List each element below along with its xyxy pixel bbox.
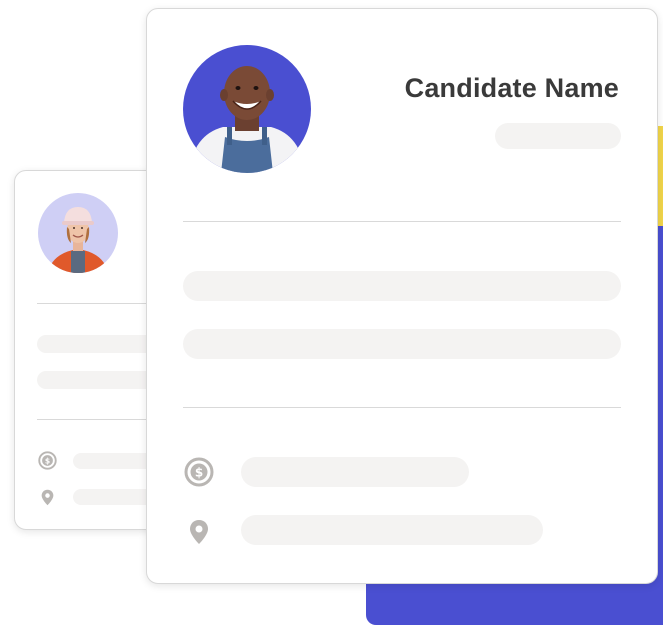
dollar-coin-icon: $	[184, 457, 214, 487]
skeleton-line	[183, 329, 621, 359]
candidate-avatar-primary	[183, 45, 311, 173]
skeleton-location	[241, 515, 543, 545]
candidate-avatar-secondary	[38, 193, 118, 273]
divider	[183, 221, 621, 222]
skeleton-line	[183, 271, 621, 301]
candidate-card-primary: Candidate Name $	[146, 8, 658, 584]
location-pin-icon	[189, 519, 209, 545]
svg-text:$: $	[195, 466, 203, 480]
skeleton-salary	[241, 457, 469, 487]
svg-text:$: $	[45, 456, 50, 465]
skeleton-subtitle	[495, 123, 621, 149]
location-pin-icon	[41, 489, 54, 506]
candidate-name: Candidate Name	[404, 73, 619, 103]
divider	[183, 407, 621, 408]
candidate-cards-illustration: $ Candidate Name $	[0, 0, 663, 627]
dollar-coin-icon: $	[38, 451, 57, 470]
